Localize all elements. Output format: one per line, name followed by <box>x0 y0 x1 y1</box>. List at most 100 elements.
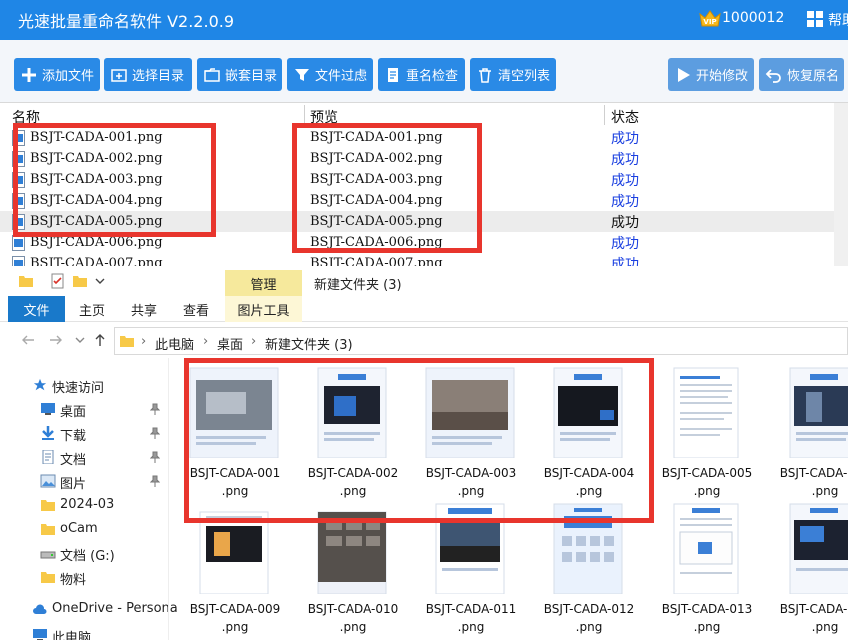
tab-home[interactable]: 主页 <box>72 296 112 322</box>
svg-text:VIP: VIP <box>703 18 716 26</box>
column-header-status[interactable]: 状态 <box>611 107 639 127</box>
file-extension: .png <box>811 484 839 498</box>
file-name: BSJT-CADA-013 <box>661 602 753 616</box>
tab-file[interactable]: 文件 <box>8 296 65 322</box>
sidebar-item-downloads[interactable]: 下载 <box>0 422 168 444</box>
row-name: BSJT-CADA-006.png <box>30 235 163 250</box>
window-title: 新建文件夹 (3) <box>314 278 402 293</box>
file-explorer-window: 管理 新建文件夹 (3) 文件 主页 共享 查看 图片工具 › 此电脑 › 桌面… <box>0 266 848 640</box>
back-arrow-icon[interactable] <box>20 332 36 348</box>
tab-picture-tools[interactable]: 图片工具 <box>225 296 302 322</box>
sidebar-label: 文档 (G:) <box>60 549 115 564</box>
folder-icon <box>41 572 55 583</box>
sidebar-item-ocam[interactable]: oCam <box>0 518 168 540</box>
new-folder-icon[interactable] <box>72 273 88 289</box>
properties-icon[interactable] <box>50 273 66 289</box>
ribbon-tabs: 文件 主页 共享 查看 图片工具 <box>0 296 848 322</box>
row-status: 成功 <box>611 194 639 210</box>
breadcrumb-this-pc[interactable]: 此电脑 <box>155 334 194 353</box>
sidebar-item-quick-access[interactable]: 快速访问 <box>0 374 168 396</box>
breadcrumb-folder[interactable]: 新建文件夹 (3) <box>265 334 353 353</box>
column-divider[interactable] <box>304 105 305 125</box>
folder-icon <box>41 500 55 511</box>
image-thumbnail <box>673 367 739 458</box>
breadcrumb-separator: › <box>203 334 209 349</box>
computer-icon <box>33 629 47 640</box>
breadcrumb-separator: › <box>251 334 257 349</box>
row-status: 成功 <box>611 173 639 189</box>
file-name: BSJT-CADA-009 <box>189 602 281 616</box>
nested-directory-label: 嵌套目录 <box>225 69 278 84</box>
file-tile[interactable]: BSJT-CADA-014 .png <box>766 502 848 640</box>
sidebar-label: oCam <box>60 521 98 536</box>
row-status: 成功 <box>611 131 639 147</box>
file-name: BSJT-CADA-011 <box>425 602 517 616</box>
pin-icon[interactable] <box>150 475 160 487</box>
file-extension: .png <box>339 620 367 634</box>
sidebar-item-drive-g[interactable]: 文档 (G:) <box>0 542 168 564</box>
file-name: BSJT-CADA-006 <box>779 466 848 480</box>
sidebar-item-onedrive[interactable]: OneDrive - Persona <box>0 598 178 620</box>
rename-check-label: 重名检查 <box>406 69 459 84</box>
tab-view[interactable]: 查看 <box>176 296 216 322</box>
image-thumbnail <box>789 367 848 458</box>
rename-check-button[interactable]: 重名检查 <box>378 58 465 91</box>
pane-divider[interactable] <box>168 358 169 640</box>
address-bar-row: › 此电脑 › 桌面 › 新建文件夹 (3) <box>0 322 848 358</box>
drive-icon <box>40 551 56 559</box>
tab-manage[interactable]: 管理 <box>225 270 302 296</box>
column-divider[interactable] <box>604 105 605 125</box>
image-thumbnail <box>673 503 739 594</box>
folder-tree-icon <box>204 67 220 82</box>
download-arrow-icon <box>42 426 54 440</box>
highlight-box-original-names <box>13 123 216 237</box>
pin-icon[interactable] <box>150 427 160 439</box>
desktop-icon <box>41 403 55 415</box>
sidebar-label: 2024-03 <box>60 497 115 512</box>
up-arrow-icon[interactable] <box>92 332 108 348</box>
start-modify-button[interactable]: 开始修改 <box>668 58 754 91</box>
restore-name-button[interactable]: 恢复原名 <box>759 58 844 91</box>
file-filter-label: 文件过虑 <box>315 69 368 84</box>
sidebar-item-this-pc[interactable]: 此电脑 <box>0 624 168 640</box>
sidebar-item-documents[interactable]: 文档 <box>0 446 168 468</box>
select-directory-label: 选择目录 <box>132 69 185 84</box>
folder-icon <box>41 524 55 535</box>
forward-arrow-icon[interactable] <box>48 332 64 348</box>
user-id[interactable]: 1000012 <box>722 10 784 26</box>
breadcrumb-desktop[interactable]: 桌面 <box>217 334 243 353</box>
clear-list-button[interactable]: 清空列表 <box>470 58 556 91</box>
sidebar-label: 图片 <box>60 477 87 492</box>
plus-icon <box>22 67 36 82</box>
chevron-down-icon[interactable] <box>72 332 88 348</box>
file-filter-button[interactable]: 文件过虑 <box>287 58 373 91</box>
folder-icon[interactable] <box>18 273 34 289</box>
sidebar-item-desktop[interactable]: 桌面 <box>0 398 168 420</box>
sidebar-item-pictures[interactable]: 图片 <box>0 470 168 492</box>
chevron-down-icon[interactable] <box>92 273 108 289</box>
pin-icon[interactable] <box>150 451 160 463</box>
sidebar-label: OneDrive - Persona <box>52 601 178 616</box>
help-grid-icon[interactable] <box>806 10 824 28</box>
help-menu[interactable]: 帮助 <box>828 10 848 30</box>
file-tile[interactable]: BSJT-CADA-006 .png <box>766 366 848 506</box>
pin-icon[interactable] <box>150 403 160 415</box>
play-icon <box>678 67 690 82</box>
file-tile[interactable]: BSJT-CADA-013 .png <box>648 502 766 640</box>
add-file-label: 添加文件 <box>42 69 95 84</box>
add-file-button[interactable]: 添加文件 <box>14 58 100 91</box>
rename-file-list: 名称 预览 状态 BSJT-CADA-001.png BSJT-CADA-001… <box>0 102 848 273</box>
file-tile[interactable]: BSJT-CADA-005 .png <box>648 366 766 506</box>
file-name: BSJT-CADA-005 <box>661 466 753 480</box>
undo-icon <box>765 68 781 83</box>
list-scrollbar[interactable] <box>834 103 848 268</box>
select-directory-button[interactable]: 选择目录 <box>104 58 192 91</box>
image-thumbnail <box>789 503 848 594</box>
image-file-icon <box>12 235 25 251</box>
row-status: 成功 <box>611 215 639 231</box>
nested-directory-button[interactable]: 嵌套目录 <box>197 58 282 91</box>
sidebar-item-materials[interactable]: 物料 <box>0 566 168 588</box>
sidebar-item-2024-03[interactable]: 2024-03 <box>0 494 168 516</box>
tab-share[interactable]: 共享 <box>124 296 164 322</box>
address-bar[interactable]: › 此电脑 › 桌面 › 新建文件夹 (3) <box>114 327 848 355</box>
